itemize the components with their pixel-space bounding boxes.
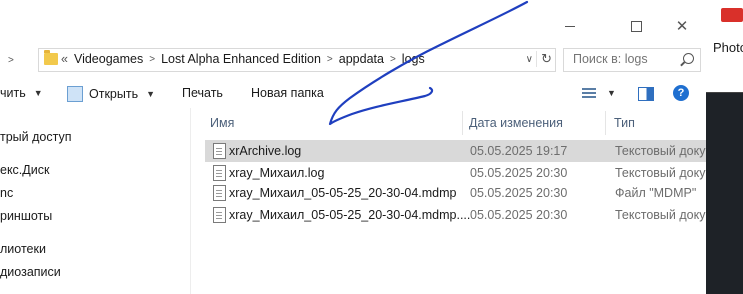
chevron-right-icon[interactable]: > [390, 54, 396, 65]
column-header-name[interactable]: Имя [210, 116, 234, 130]
open-icon [67, 86, 83, 102]
maximize-button[interactable] [626, 16, 646, 36]
file-row[interactable]: xrArchive.log 05.05.2025 19:17 Текстовый… [205, 140, 706, 162]
file-name: xray_Михаил_05-05-25_20-30-04.mdmp [229, 186, 457, 200]
breadcrumb-item-appdata[interactable]: appdata [339, 52, 384, 66]
pane-divider[interactable] [190, 108, 191, 294]
file-explorer-window: ✕ > « Videogames > Lost Alpha Enhanced E… [0, 0, 706, 294]
maximize-icon [630, 20, 642, 32]
minimize-icon [565, 25, 575, 27]
organize-label: чить [0, 86, 26, 100]
file-date: 05.05.2025 19:17 [470, 144, 568, 158]
open-button[interactable]: Открыть ▼ [67, 86, 155, 102]
file-date: 05.05.2025 20:30 [470, 208, 568, 222]
preview-pane-icon[interactable] [638, 87, 654, 101]
print-button[interactable]: Печать [182, 86, 223, 100]
file-name: xrArchive.log [229, 144, 302, 158]
background-window[interactable]: Photo [706, 0, 743, 294]
breadcrumb-item-videogames[interactable]: Videogames [74, 52, 143, 66]
refresh-icon[interactable]: ↻ [541, 51, 552, 67]
caret-down-icon: ▼ [146, 89, 156, 99]
file-type: Текстовый докум [615, 166, 706, 180]
sidebar-item-yandex-disk[interactable]: екс.Диск [0, 163, 49, 177]
file-icon [213, 185, 226, 201]
file-row[interactable]: xray_Михаил.log 05.05.2025 20:30 Текстов… [205, 162, 706, 184]
sidebar-item-screenshots[interactable]: риншоты [0, 209, 52, 223]
breadcrumb-item-logs[interactable]: logs [402, 52, 425, 66]
address-bar[interactable]: « Videogames > Lost Alpha Enhanced Editi… [38, 48, 556, 72]
help-icon[interactable]: ? [673, 85, 689, 101]
column-separator[interactable] [605, 111, 606, 135]
sidebar-item-pc[interactable]: nc [0, 186, 13, 200]
background-window-divider [706, 92, 743, 93]
search-box[interactable] [563, 48, 701, 72]
new-folder-button[interactable]: Новая папка [251, 86, 324, 100]
folder-icon [44, 50, 58, 65]
chevron-right-icon[interactable]: > [149, 54, 155, 65]
file-type: Текстовый докум [615, 144, 706, 158]
breadcrumb-item-lost-alpha[interactable]: Lost Alpha Enhanced Edition [161, 52, 321, 66]
breadcrumb-overflow[interactable]: « [61, 52, 68, 66]
column-header-type[interactable]: Тип [614, 116, 635, 130]
file-name: xray_Михаил_05-05-25_20-30-04.mdmp.... [229, 208, 471, 222]
column-header-date[interactable]: Дата изменения [469, 116, 563, 130]
text-file-icon [213, 207, 226, 223]
minimize-button[interactable] [560, 16, 580, 36]
file-row[interactable]: xray_Михаил_05-05-25_20-30-04.mdmp 05.05… [205, 182, 706, 204]
print-label: Печать [182, 86, 223, 100]
close-icon: ✕ [675, 18, 689, 35]
breadcrumb: « Videogames > Lost Alpha Enhanced Editi… [61, 52, 425, 66]
search-icon [683, 53, 694, 64]
sidebar-item-quick-access[interactable]: трый доступ [0, 130, 72, 144]
close-button[interactable]: ✕ [672, 16, 692, 36]
sidebar-item-libraries[interactable]: лиотеки [0, 242, 46, 256]
file-date: 05.05.2025 20:30 [470, 166, 568, 180]
open-label: Открыть [89, 87, 139, 101]
text-file-icon [213, 165, 226, 181]
background-window-title: Photo [713, 40, 743, 55]
address-divider [536, 51, 537, 67]
new-folder-label: Новая папка [251, 86, 324, 100]
file-row[interactable]: xray_Михаил_05-05-25_20-30-04.mdmp.... 0… [205, 204, 706, 226]
chevron-right-icon[interactable]: > [8, 55, 14, 66]
file-type: Текстовый докум [615, 208, 706, 222]
file-name: xray_Михаил.log [229, 166, 325, 180]
caret-down-icon[interactable]: ▼ [607, 88, 616, 98]
file-date: 05.05.2025 20:30 [470, 186, 568, 200]
chevron-right-icon[interactable]: > [327, 54, 333, 65]
search-input[interactable] [571, 51, 675, 67]
organize-button[interactable]: чить ▼ [0, 86, 43, 100]
text-file-icon [213, 143, 226, 159]
column-separator[interactable] [462, 111, 463, 135]
app-logo [721, 8, 743, 22]
view-options-icon[interactable] [582, 88, 596, 100]
caret-down-icon: ▼ [33, 88, 43, 98]
file-type: Файл "MDMP" [615, 186, 697, 200]
chevron-down-icon[interactable]: ∨ [526, 54, 533, 65]
sidebar-item-recordings[interactable]: диозаписи [0, 265, 61, 279]
